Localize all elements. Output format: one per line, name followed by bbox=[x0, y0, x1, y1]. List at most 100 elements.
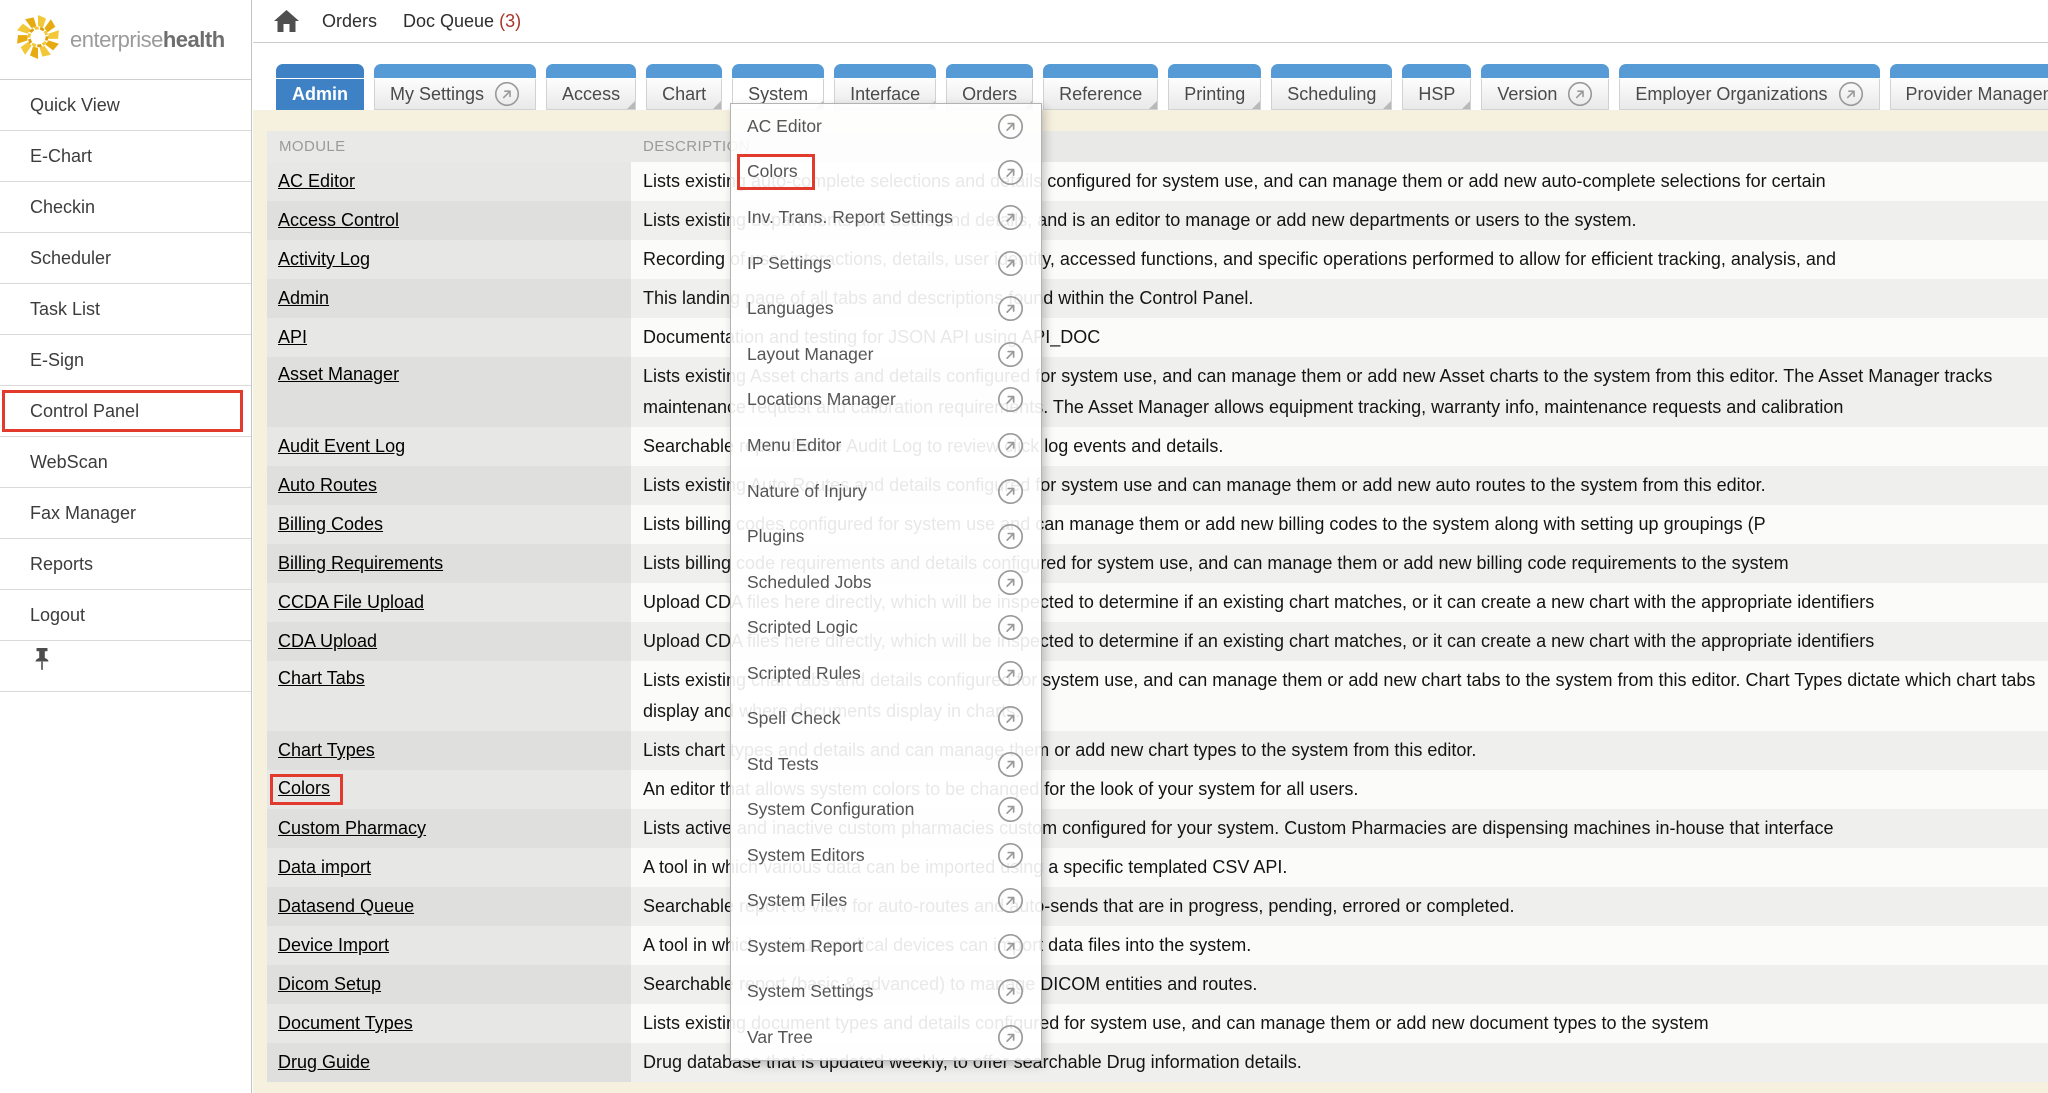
breadcrumb-doc-queue[interactable]: Doc Queue (3) bbox=[403, 11, 521, 32]
tab-version[interactable]: Version bbox=[1481, 64, 1609, 110]
module-link-asset-manager[interactable]: Asset Manager bbox=[278, 364, 399, 385]
sidebar-item-control-panel[interactable]: Control Panel bbox=[0, 386, 251, 437]
module-link-custom-pharmacy[interactable]: Custom Pharmacy bbox=[278, 818, 426, 839]
module-link-colors[interactable]: Colors bbox=[278, 778, 330, 798]
menu-item-ip-settings[interactable]: IP Settings bbox=[731, 241, 1041, 287]
external-link-icon[interactable] bbox=[997, 341, 1024, 368]
external-link-icon[interactable] bbox=[997, 796, 1024, 823]
external-link-icon[interactable] bbox=[997, 523, 1024, 550]
menu-item-system-configuration[interactable]: System Configuration bbox=[731, 787, 1041, 833]
tab-employer-organizations[interactable]: Employer Organizations bbox=[1619, 64, 1879, 110]
external-link-icon[interactable] bbox=[997, 250, 1024, 277]
sidebar-item-e-sign[interactable]: E-Sign bbox=[0, 335, 251, 386]
external-link-icon[interactable] bbox=[997, 432, 1024, 459]
menu-item-system-editors[interactable]: System Editors bbox=[731, 833, 1041, 879]
module-link-datasend-queue[interactable]: Datasend Queue bbox=[278, 896, 414, 917]
external-link-icon[interactable] bbox=[997, 569, 1024, 596]
module-link-billing-requirements[interactable]: Billing Requirements bbox=[278, 553, 443, 574]
tab-access[interactable]: Access bbox=[546, 64, 636, 110]
menu-item-scripted-logic[interactable]: Scripted Logic bbox=[731, 605, 1041, 651]
external-link-icon[interactable] bbox=[997, 478, 1024, 505]
sidebar: enterprisehealth Quick ViewE-ChartChecki… bbox=[0, 0, 252, 1093]
sidebar-item-checkin[interactable]: Checkin bbox=[0, 182, 251, 233]
menu-item-nature-of-injury[interactable]: Nature of Injury bbox=[731, 468, 1041, 514]
module-link-dicom-setup[interactable]: Dicom Setup bbox=[278, 974, 381, 995]
home-icon[interactable] bbox=[273, 9, 300, 33]
menu-item-label: Menu Editor bbox=[747, 435, 841, 456]
module-link-device-import[interactable]: Device Import bbox=[278, 935, 389, 956]
menu-item-system-files[interactable]: System Files bbox=[731, 878, 1041, 924]
module-link-cda-upload[interactable]: CDA Upload bbox=[278, 631, 377, 652]
menu-item-inv-trans-report-settings[interactable]: Inv. Trans. Report Settings bbox=[731, 195, 1041, 241]
module-link-access-control[interactable]: Access Control bbox=[278, 210, 399, 231]
module-column-header: MODULE bbox=[267, 131, 631, 162]
module-cell: Device Import bbox=[267, 926, 631, 965]
menu-item-var-tree[interactable]: Var Tree bbox=[731, 1015, 1041, 1061]
tab-scheduling[interactable]: Scheduling bbox=[1271, 64, 1392, 110]
module-link-auto-routes[interactable]: Auto Routes bbox=[278, 475, 377, 496]
menu-item-scheduled-jobs[interactable]: Scheduled Jobs bbox=[731, 559, 1041, 605]
external-link-icon[interactable] bbox=[494, 81, 520, 107]
external-link-icon[interactable] bbox=[997, 295, 1024, 322]
menu-item-layout-manager[interactable]: Layout Manager bbox=[731, 332, 1041, 378]
external-link-icon[interactable] bbox=[997, 204, 1024, 231]
sidebar-item-task-list[interactable]: Task List bbox=[0, 284, 251, 335]
menu-item-colors[interactable]: Colors bbox=[731, 150, 1041, 196]
tab-admin[interactable]: Admin bbox=[276, 64, 364, 110]
menu-item-spell-check[interactable]: Spell Check bbox=[731, 696, 1041, 742]
module-link-document-types[interactable]: Document Types bbox=[278, 1013, 413, 1034]
menu-item-menu-editor[interactable]: Menu Editor bbox=[731, 423, 1041, 469]
sidebar-item-reports[interactable]: Reports bbox=[0, 539, 251, 590]
external-link-icon[interactable] bbox=[997, 614, 1024, 641]
menu-item-std-tests[interactable]: Std Tests bbox=[731, 741, 1041, 787]
module-link-ac-editor[interactable]: AC Editor bbox=[278, 171, 355, 192]
tab-provider-management[interactable]: Provider Management bbox=[1890, 64, 2048, 110]
external-link-icon[interactable] bbox=[997, 751, 1024, 778]
external-link-icon[interactable] bbox=[997, 113, 1024, 140]
external-link-icon[interactable] bbox=[997, 660, 1024, 687]
menu-item-plugins[interactable]: Plugins bbox=[731, 514, 1041, 560]
menu-item-label: Inv. Trans. Report Settings bbox=[747, 207, 953, 228]
sidebar-pin-button[interactable] bbox=[0, 641, 251, 692]
tab-hsp[interactable]: HSP bbox=[1402, 64, 1471, 110]
menu-item-system-settings[interactable]: System Settings bbox=[731, 969, 1041, 1015]
sidebar-item-fax-manager[interactable]: Fax Manager bbox=[0, 488, 251, 539]
module-link-activity-log[interactable]: Activity Log bbox=[278, 249, 370, 270]
tab-reference[interactable]: Reference bbox=[1043, 64, 1158, 110]
brand-logo[interactable]: enterprisehealth bbox=[0, 0, 251, 80]
external-link-icon[interactable] bbox=[1838, 81, 1864, 107]
module-link-chart-types[interactable]: Chart Types bbox=[278, 740, 375, 761]
external-link-icon[interactable] bbox=[997, 978, 1024, 1005]
menu-item-languages[interactable]: Languages bbox=[731, 286, 1041, 332]
menu-item-ac-editor[interactable]: AC Editor bbox=[731, 104, 1041, 150]
external-link-icon[interactable] bbox=[997, 159, 1024, 186]
breadcrumb-orders[interactable]: Orders bbox=[322, 11, 377, 32]
module-link-ccda-file-upload[interactable]: CCDA File Upload bbox=[278, 592, 424, 613]
sidebar-item-logout[interactable]: Logout bbox=[0, 590, 251, 641]
module-link-data-import[interactable]: Data import bbox=[278, 857, 371, 878]
module-link-audit-event-log[interactable]: Audit Event Log bbox=[278, 436, 405, 457]
module-link-billing-codes[interactable]: Billing Codes bbox=[278, 514, 383, 535]
tab-printing[interactable]: Printing bbox=[1168, 64, 1261, 110]
module-link-drug-guide[interactable]: Drug Guide bbox=[278, 1052, 370, 1073]
module-link-admin[interactable]: Admin bbox=[278, 288, 329, 309]
external-link-icon[interactable] bbox=[997, 386, 1024, 413]
external-link-icon[interactable] bbox=[997, 1024, 1024, 1051]
menu-item-locations-manager[interactable]: Locations Manager bbox=[731, 377, 1041, 423]
module-link-api[interactable]: API bbox=[278, 327, 307, 348]
menu-item-label: Std Tests bbox=[747, 754, 819, 775]
menu-item-scripted-rules[interactable]: Scripted Rules bbox=[731, 650, 1041, 696]
external-link-icon[interactable] bbox=[1567, 81, 1593, 107]
module-link-chart-tabs[interactable]: Chart Tabs bbox=[278, 668, 365, 689]
sidebar-item-quick-view[interactable]: Quick View bbox=[0, 80, 251, 131]
sidebar-item-e-chart[interactable]: E-Chart bbox=[0, 131, 251, 182]
menu-item-system-report[interactable]: System Report bbox=[731, 924, 1041, 970]
external-link-icon[interactable] bbox=[997, 887, 1024, 914]
external-link-icon[interactable] bbox=[997, 933, 1024, 960]
external-link-icon[interactable] bbox=[997, 705, 1024, 732]
tab-my-settings[interactable]: My Settings bbox=[374, 64, 536, 110]
sidebar-item-webscan[interactable]: WebScan bbox=[0, 437, 251, 488]
tab-chart[interactable]: Chart bbox=[646, 64, 722, 110]
external-link-icon[interactable] bbox=[997, 842, 1024, 869]
sidebar-item-scheduler[interactable]: Scheduler bbox=[0, 233, 251, 284]
